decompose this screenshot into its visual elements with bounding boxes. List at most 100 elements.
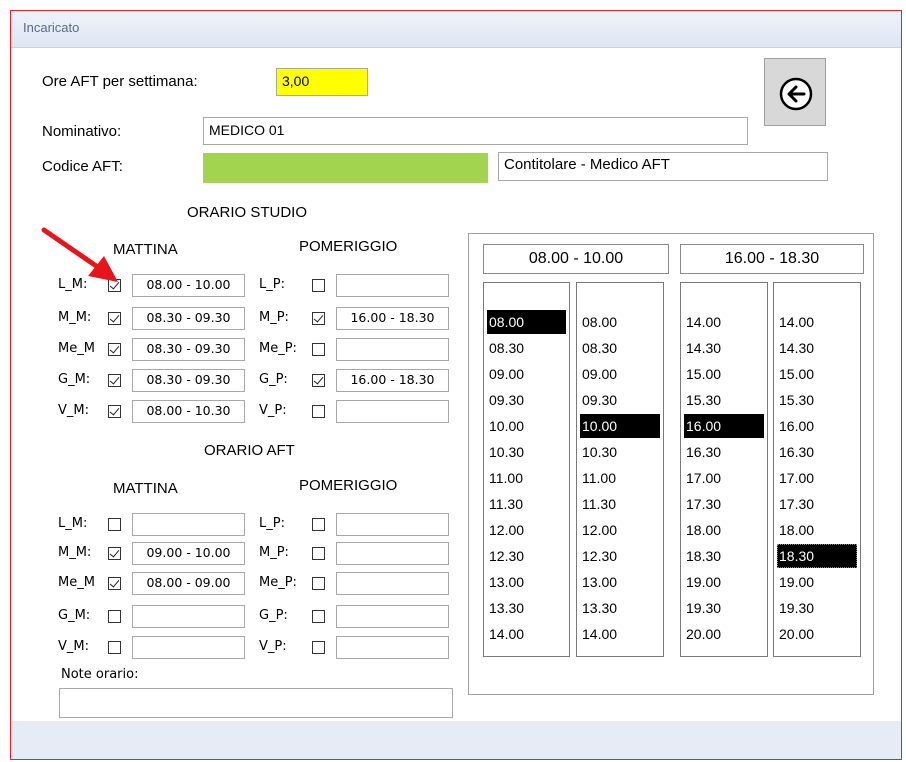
studio-mattina-time-field[interactable]: 08.00 - 10.00 — [132, 274, 245, 297]
time-list-item[interactable]: 14.00 — [580, 622, 660, 646]
aft-pomeriggio-time-field[interactable] — [336, 513, 449, 536]
time-list-item[interactable]: 15.30 — [777, 388, 857, 412]
aft-mattina-checkbox[interactable] — [108, 577, 121, 590]
studio-mattina-checkbox[interactable] — [108, 405, 121, 418]
time-list-item[interactable]: 11.00 — [487, 466, 566, 490]
time-list-item[interactable]: 18.30 — [684, 544, 764, 568]
ore-field[interactable]: 3,00 — [276, 68, 368, 96]
time-list-item[interactable]: 10.30 — [487, 440, 566, 464]
time-list-item[interactable]: 14.00 — [487, 622, 566, 646]
studio-mattina-checkbox[interactable] — [108, 312, 121, 325]
time-list-item[interactable]: 11.30 — [580, 492, 660, 516]
time-list-item[interactable]: 17.30 — [684, 492, 764, 516]
note-field[interactable] — [59, 688, 453, 718]
time-list-item[interactable]: 08.30 — [487, 336, 566, 360]
time-list-item[interactable]: 16.00 — [684, 414, 764, 438]
time-list-item[interactable]: 12.00 — [487, 518, 566, 542]
ruolo-field[interactable]: Contitolare - Medico AFT — [498, 152, 828, 181]
time-list-item[interactable]: 19.30 — [777, 596, 857, 620]
aft-pomeriggio-time-field[interactable] — [336, 542, 449, 565]
time-list-item[interactable]: 08.00 — [487, 310, 566, 334]
time-list-item[interactable]: 18.30 — [777, 544, 857, 568]
aft-pomeriggio-checkbox[interactable] — [312, 547, 325, 560]
time-list-item[interactable]: 11.30 — [487, 492, 566, 516]
time-list-item[interactable]: 14.30 — [777, 336, 857, 360]
time-list-item[interactable]: 09.30 — [580, 388, 660, 412]
time-list-item[interactable]: 16.30 — [777, 440, 857, 464]
time-list-item[interactable]: 09.00 — [580, 362, 660, 386]
aft-mattina-time-field[interactable]: 08.00 - 09.00 — [132, 572, 245, 595]
time-list-item[interactable]: 20.00 — [777, 622, 857, 646]
studio-pomeriggio-checkbox[interactable] — [312, 279, 325, 292]
aft-mattina-time-field[interactable] — [132, 513, 245, 536]
back-button[interactable] — [764, 58, 826, 126]
time-list-item[interactable]: 11.00 — [580, 466, 660, 490]
time-listbox[interactable]: 08.00 08.30 09.00 09.30 10.00 10.30 11.00 11.30… — [576, 282, 664, 657]
studio-mattina-time-field[interactable]: 08.30 - 09.30 — [132, 338, 245, 361]
time-list-item[interactable]: 08.30 — [580, 336, 660, 360]
time-list-item[interactable]: 17.30 — [777, 492, 857, 516]
aft-mattina-time-field[interactable] — [132, 605, 245, 628]
studio-pomeriggio-time-field[interactable]: 16.00 - 18.30 — [336, 307, 449, 330]
time-list-item[interactable]: 18.00 — [777, 518, 857, 542]
time-list-item[interactable]: 15.00 — [777, 362, 857, 386]
aft-pomeriggio-checkbox[interactable] — [312, 518, 325, 531]
studio-mattina-time-field[interactable]: 08.00 - 10.30 — [132, 400, 245, 423]
time-list-item[interactable]: 13.00 — [487, 570, 566, 594]
studio-pomeriggio-time-field[interactable] — [336, 400, 449, 423]
studio-pomeriggio-checkbox[interactable] — [312, 405, 325, 418]
aft-pomeriggio-checkbox[interactable] — [312, 577, 325, 590]
aft-mattina-checkbox[interactable] — [108, 641, 121, 654]
time-list-item[interactable]: 10.00 — [487, 414, 566, 438]
time-list-item[interactable]: 14.00 — [777, 310, 857, 334]
studio-pomeriggio-checkbox[interactable] — [312, 312, 325, 325]
studio-pomeriggio-time-field[interactable] — [336, 274, 449, 297]
aft-mattina-time-field[interactable] — [132, 636, 245, 659]
time-list-item[interactable]: 12.30 — [487, 544, 566, 568]
time-list-item[interactable]: 15.30 — [684, 388, 764, 412]
time-list-item[interactable]: 19.00 — [684, 570, 764, 594]
aft-pomeriggio-time-field[interactable] — [336, 605, 449, 628]
aft-pomeriggio-time-field[interactable] — [336, 636, 449, 659]
time-list-item[interactable]: 14.30 — [684, 336, 764, 360]
time-list-item[interactable]: 17.00 — [684, 466, 764, 490]
time-list-item[interactable]: 19.00 — [777, 570, 857, 594]
time-list-item[interactable]: 12.30 — [580, 544, 660, 568]
codice-field[interactable] — [203, 153, 488, 183]
time-list-item[interactable]: 10.30 — [580, 440, 660, 464]
studio-mattina-checkbox[interactable] — [108, 374, 121, 387]
time-list-item[interactable]: 13.30 — [487, 596, 566, 620]
studio-pomeriggio-time-field[interactable]: 16.00 - 18.30 — [336, 369, 449, 392]
studio-mattina-time-field[interactable]: 08.30 - 09.30 — [132, 307, 245, 330]
time-list-item[interactable]: 16.00 — [777, 414, 857, 438]
time-list-item[interactable]: 17.00 — [777, 466, 857, 490]
time-list-item[interactable]: 09.30 — [487, 388, 566, 412]
time-list-item[interactable]: 12.00 — [580, 518, 660, 542]
nominativo-field[interactable]: MEDICO 01 — [203, 117, 748, 145]
time-list-item[interactable]: 20.00 — [684, 622, 764, 646]
time-listbox[interactable]: 08.00 08.30 09.00 09.30 10.00 10.30 11.00 11.30… — [483, 282, 570, 657]
time-list-item[interactable]: 19.30 — [684, 596, 764, 620]
time-list-item[interactable]: 14.00 — [684, 310, 764, 334]
time-listbox[interactable]: 14.00 14.30 15.00 15.30 16.00 16.30 17.00 17.30… — [773, 282, 861, 657]
aft-mattina-checkbox[interactable] — [108, 547, 121, 560]
studio-pomeriggio-checkbox[interactable] — [312, 343, 325, 356]
time-listbox[interactable]: 14.00 14.30 15.00 15.30 16.00 16.30 17.00 17.30… — [680, 282, 768, 657]
studio-mattina-checkbox[interactable] — [108, 343, 121, 356]
time-list-item[interactable]: 15.00 — [684, 362, 764, 386]
time-list-item[interactable]: 18.00 — [684, 518, 764, 542]
aft-pomeriggio-time-field[interactable] — [336, 572, 449, 595]
time-list-item[interactable]: 08.00 — [580, 310, 660, 334]
time-list-item[interactable]: 09.00 — [487, 362, 566, 386]
time-list-item[interactable]: 16.30 — [684, 440, 764, 464]
time-list-item[interactable]: 10.00 — [580, 414, 660, 438]
aft-pomeriggio-checkbox[interactable] — [312, 641, 325, 654]
time-list-item[interactable]: 13.00 — [580, 570, 660, 594]
studio-pomeriggio-checkbox[interactable] — [312, 374, 325, 387]
aft-mattina-time-field[interactable]: 09.00 - 10.00 — [132, 542, 245, 565]
aft-pomeriggio-checkbox[interactable] — [312, 610, 325, 623]
studio-mattina-time-field[interactable]: 08.30 - 09.30 — [132, 369, 245, 392]
aft-mattina-checkbox[interactable] — [108, 610, 121, 623]
aft-mattina-checkbox[interactable] — [108, 518, 121, 531]
time-list-item[interactable]: 13.30 — [580, 596, 660, 620]
